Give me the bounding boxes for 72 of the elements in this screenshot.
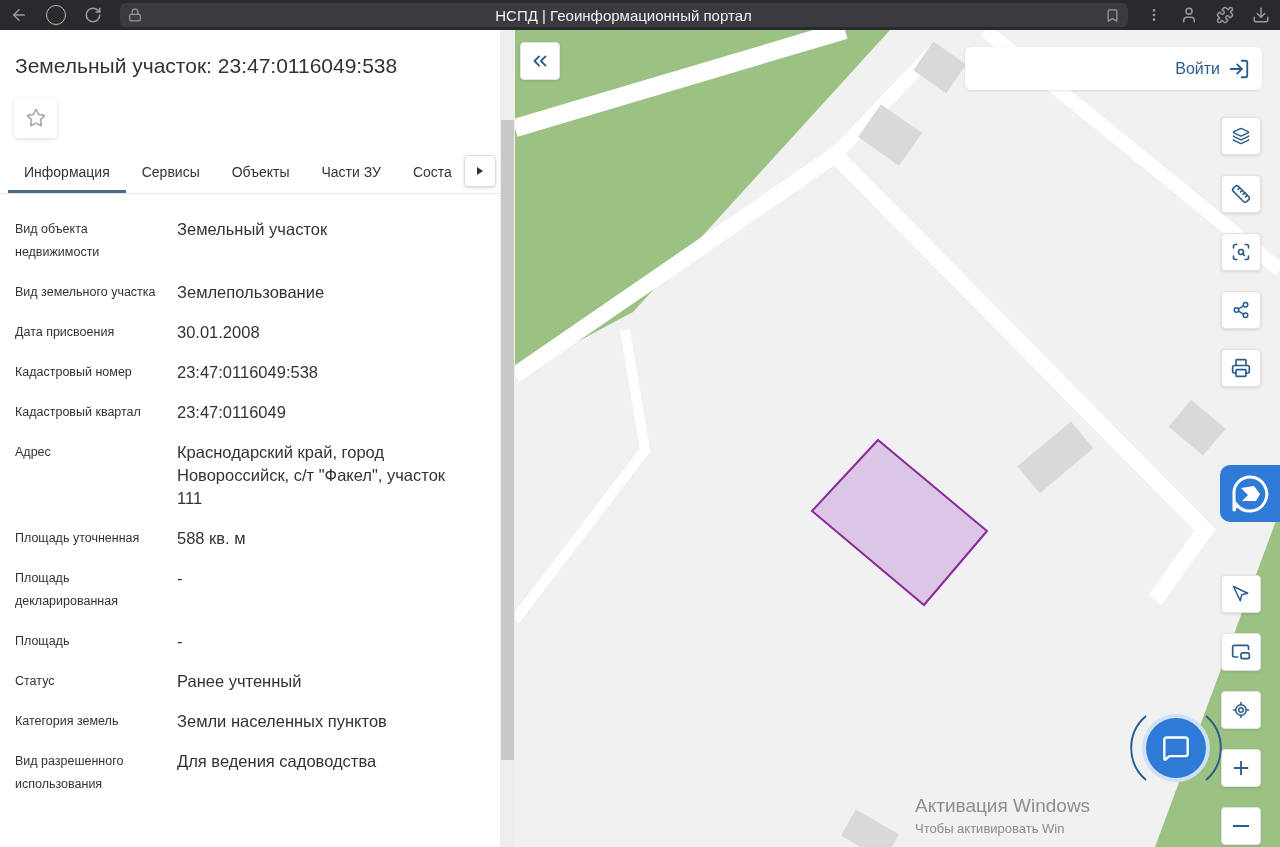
profile-icon[interactable] <box>1180 6 1198 24</box>
field-label: Статус <box>15 673 56 690</box>
field-label: Кадастровый номер <box>15 364 133 381</box>
map-tool-button[interactable] <box>1221 349 1261 387</box>
chat-button[interactable] <box>1146 718 1206 778</box>
field-value: 23:47:0116049 <box>177 402 287 423</box>
field-value: Земли населенных пунктов <box>177 711 388 732</box>
field-value: - <box>177 631 184 652</box>
map-tool-button[interactable] <box>1221 175 1261 213</box>
login-icon <box>1228 57 1250 80</box>
map-tool-button[interactable] <box>1221 291 1261 329</box>
address-bar[interactable]: НСПД | Геоинформационный портал <box>120 3 1128 27</box>
map-control-button[interactable] <box>1221 575 1261 613</box>
field-label: Вид объекта недвижимости <box>15 221 101 261</box>
field-label: Кадастровый квартал <box>15 404 142 421</box>
parcel-title: Земельный участок: 23:47:0116049:538 <box>14 53 399 79</box>
back-icon[interactable] <box>10 6 28 24</box>
field-value: Земельный участок <box>177 219 329 240</box>
navigation-arrow-icon <box>1232 585 1250 603</box>
map-tool-button[interactable] <box>1221 233 1261 271</box>
scrollbar[interactable] <box>500 30 515 847</box>
field-value: Ранее учтенный <box>177 671 303 692</box>
map-control-button[interactable] <box>1221 633 1261 671</box>
lock-icon <box>128 8 142 22</box>
field-label: Дата присвоения <box>15 324 116 341</box>
side-tab[interactable] <box>1220 465 1280 522</box>
download-icon[interactable] <box>1252 6 1270 24</box>
locate-icon <box>1232 701 1250 719</box>
field-value: - <box>177 568 184 589</box>
tab[interactable]: Сервисы <box>125 158 216 193</box>
field-value: 588 кв. м <box>177 528 247 549</box>
caret-icon <box>476 167 483 175</box>
extensions-icon[interactable] <box>1216 6 1234 24</box>
tab[interactable]: Части ЗУ <box>305 158 397 193</box>
field-label: Площадь <box>15 633 71 650</box>
field-label: Адрес <box>15 444 52 461</box>
window-icon <box>1231 642 1251 662</box>
map-tool-button[interactable] <box>1221 117 1261 155</box>
bookmark-icon[interactable] <box>1105 7 1120 23</box>
field-value: Краснодарский край, город Новороссийск, с/т "Факел", участок 111 <box>177 442 447 509</box>
field-label: Площадь декларированная <box>15 570 119 610</box>
minus-icon <box>1233 825 1249 827</box>
parcel-polygon[interactable] <box>810 438 989 607</box>
page-title: НСПД | Геоинформационный портал <box>494 6 753 24</box>
map-logo-icon <box>1230 473 1270 514</box>
tab[interactable]: Соста <box>396 158 468 193</box>
area-search-icon <box>1231 242 1251 262</box>
ruler-icon <box>1231 184 1251 204</box>
share-icon <box>1232 301 1250 319</box>
layers-icon <box>1232 127 1250 145</box>
activation-text: Чтобы активировать Win <box>915 821 1066 836</box>
map-control-button[interactable] <box>1221 749 1261 787</box>
field-label: Вид разрешенного использования <box>15 753 125 793</box>
field-value: 23:47:0116049:538 <box>177 362 319 383</box>
field-value: Землепользование <box>177 282 326 303</box>
map-control-button[interactable] <box>1221 807 1261 845</box>
field-value: Для ведения садоводства <box>177 751 378 772</box>
tabs-scroll-button[interactable] <box>463 155 496 187</box>
field-label: Вид земельного участка <box>15 284 157 301</box>
login-link[interactable]: Войти <box>1175 57 1250 80</box>
scrollbar-thumb[interactable] <box>501 120 514 760</box>
collapse-panel-button[interactable] <box>520 42 560 80</box>
field-label: Категория земель <box>15 713 120 730</box>
activation-title: Активация Windows <box>915 795 1091 817</box>
field-label: Площадь уточненная <box>15 530 141 547</box>
chat-icon <box>1162 734 1190 762</box>
reload-icon[interactable] <box>84 6 102 24</box>
map-control-button[interactable] <box>1221 691 1261 729</box>
printer-icon <box>1231 358 1251 378</box>
tab[interactable]: Информация <box>8 158 126 193</box>
field-value: 30.01.2008 <box>177 322 261 343</box>
tab[interactable]: Объекты <box>215 158 306 193</box>
